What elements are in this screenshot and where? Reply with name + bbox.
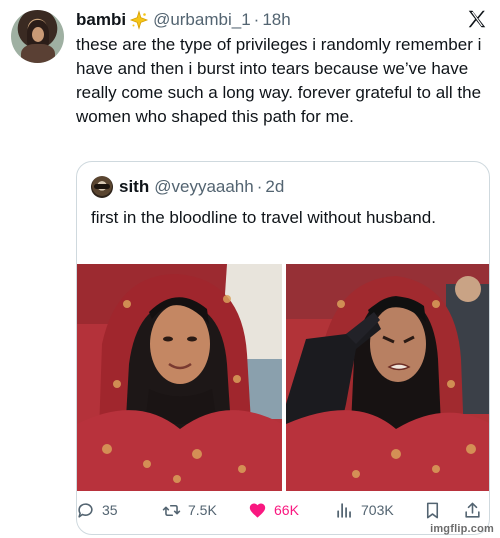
photo-smiling-woman-shawl[interactable] <box>77 264 282 491</box>
x-logo-icon[interactable] <box>466 8 488 30</box>
author-handle[interactable]: @urbambi_1 <box>153 10 251 30</box>
like-button[interactable]: 66K <box>248 495 299 525</box>
quote-text: first in the bloodline to travel without… <box>91 208 436 227</box>
sparkle-verified-icon <box>129 10 149 30</box>
views-count: 703K <box>361 501 394 518</box>
views-button[interactable]: 703K <box>335 495 394 525</box>
bookmark-button[interactable] <box>423 495 449 525</box>
share-button[interactable] <box>463 495 489 525</box>
quoted-tweet[interactable]: sith @veyyaaahh · 2d first in the bloodl… <box>76 161 490 535</box>
reply-button[interactable]: 35 <box>76 495 118 525</box>
heart-icon <box>249 503 266 518</box>
repost-icon <box>162 504 181 516</box>
quote-time[interactable]: 2d <box>265 177 284 197</box>
repost-button[interactable]: 7.5K <box>162 495 217 525</box>
quote-author-handle[interactable]: @veyyaaahh <box>154 177 254 197</box>
tweet-header: bambi @urbambi_1 · 18h <box>76 9 291 31</box>
reply-icon <box>78 502 93 518</box>
quote-header: sith @veyyaaahh · 2d <box>91 176 284 198</box>
photo-woman-gesturing[interactable] <box>286 264 489 491</box>
bookmark-icon <box>426 502 439 518</box>
share-icon <box>465 502 480 518</box>
tweet-text: these are the type of privileges i rando… <box>76 35 482 126</box>
quote-author-name[interactable]: sith <box>119 177 149 197</box>
views-icon <box>337 502 351 518</box>
reply-count: 35 <box>102 501 118 518</box>
post-time[interactable]: 18h <box>262 10 290 30</box>
author-avatar[interactable] <box>11 10 64 63</box>
like-count: 66K <box>274 501 299 518</box>
tweet: bambi @urbambi_1 · 18h these are the typ… <box>0 0 500 538</box>
separator: · <box>253 10 260 29</box>
repost-count: 7.5K <box>188 501 217 518</box>
author-name[interactable]: bambi <box>76 10 126 30</box>
quote-avatar[interactable] <box>91 176 113 198</box>
imgflip-watermark: imgflip.com <box>430 523 494 535</box>
action-bar: 35 7.5K 66K 703K <box>0 495 500 525</box>
quote-separator: · <box>256 177 263 196</box>
quote-photos <box>77 264 489 491</box>
